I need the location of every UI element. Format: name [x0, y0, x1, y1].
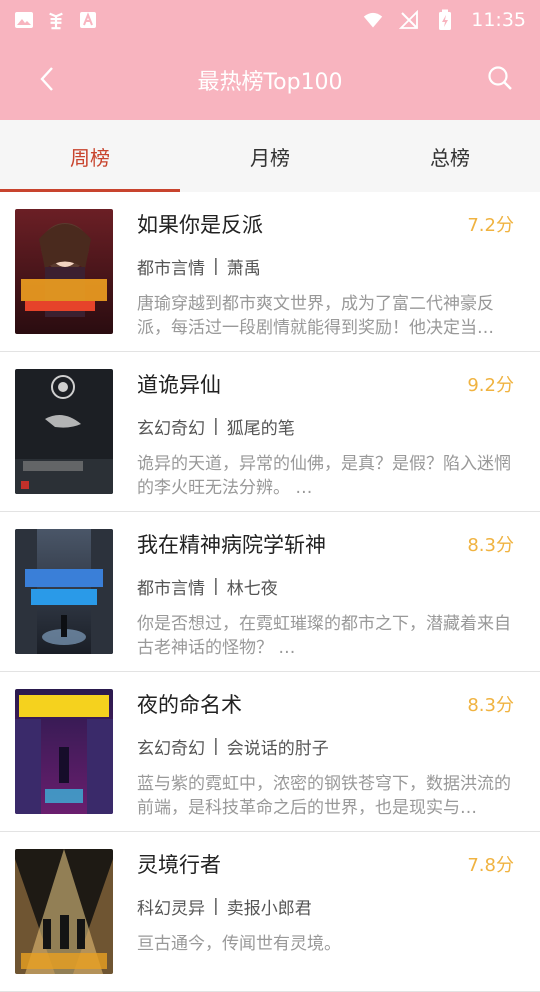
book-cover	[15, 369, 113, 494]
book-author: 卖报小郎君	[226, 898, 312, 919]
book-score: 8.3分	[467, 695, 514, 716]
book-category: 玄幻奇幻	[137, 738, 205, 759]
tab-all-time[interactable]: 总榜	[360, 120, 540, 192]
no-signal-icon	[399, 10, 419, 30]
book-list-item[interactable]: 如果你是反派 7.2分 都市言情 | 萧禹 唐瑜穿越到都市爽文世界，成为了富二代…	[0, 192, 540, 352]
book-author: 狐尾的笔	[226, 418, 295, 439]
tab-weekly[interactable]: 周榜	[0, 120, 180, 192]
book-description: 唐瑜穿越到都市爽文世界，成为了富二代神豪反派，每活过一段剧情就能得到奖励！他决定…	[137, 294, 494, 338]
tab-monthly[interactable]: 月榜	[180, 120, 360, 192]
wifi-icon	[363, 10, 383, 30]
search-icon	[488, 66, 512, 90]
meta-divider: |	[213, 576, 219, 596]
book-score: 9.2分	[467, 375, 514, 396]
book-score: 7.2分	[467, 215, 514, 236]
book-category: 都市言情	[137, 258, 205, 279]
gallery-icon	[14, 10, 34, 30]
meta-divider: |	[213, 736, 219, 756]
search-button[interactable]	[482, 60, 518, 96]
book-category: 都市言情	[137, 578, 205, 599]
page-title: 最热榜Top100	[197, 70, 343, 95]
bug-icon	[46, 10, 66, 30]
book-description: 诡异的天道，异常的仙佛，是真？是假？陷入迷惘的李火旺无法分辨。 …	[137, 454, 511, 498]
book-title: 灵境行者	[137, 853, 221, 877]
book-description: 亘古通今，传闻世有灵境。	[137, 934, 341, 954]
book-score: 7.8分	[467, 855, 514, 876]
app-notification-icon	[78, 10, 98, 30]
book-description: 蓝与紫的霓虹中，浓密的钢铁苍穹下，数据洪流的前端，是科技革命之后的世界，也是现实…	[137, 774, 511, 818]
book-cover	[15, 209, 113, 334]
book-list-item[interactable]: 灵境行者 7.8分 科幻灵异 | 卖报小郎君 亘古通今，传闻世有灵境。	[0, 832, 540, 992]
book-author: 萧禹	[226, 258, 261, 279]
meta-divider: |	[213, 416, 219, 436]
book-cover	[15, 849, 113, 974]
book-title: 我在精神病院学斩神	[137, 533, 326, 557]
book-score: 8.3分	[467, 535, 514, 556]
book-category: 科幻灵异	[137, 898, 205, 919]
status-bar: 11:35	[0, 0, 540, 40]
battery-charging-icon	[435, 9, 455, 30]
book-list: 如果你是反派 7.2分 都市言情 | 萧禹 唐瑜穿越到都市爽文世界，成为了富二代…	[0, 192, 540, 992]
book-title: 夜的命名术	[137, 693, 242, 717]
book-description: 你是否想过，在霓虹璀璨的都市之下，潜藏着来自古老神话的怪物？ …	[137, 614, 511, 658]
chevron-left-icon	[40, 67, 53, 91]
book-list-item[interactable]: 夜的命名术 8.3分 玄幻奇幻 | 会说话的肘子 蓝与紫的霓虹中，浓密的钢铁苍穹…	[0, 672, 540, 832]
book-cover	[15, 689, 113, 814]
book-category: 玄幻奇幻	[137, 418, 205, 439]
clock-time: 11:35	[471, 9, 526, 31]
app-bar: 最热榜Top100	[0, 40, 540, 120]
back-button[interactable]	[30, 62, 64, 96]
book-list-item[interactable]: 道诡异仙 9.2分 玄幻奇幻 | 狐尾的笔 诡异的天道，异常的仙佛，是真？是假？…	[0, 352, 540, 512]
meta-divider: |	[213, 896, 219, 916]
book-list-item[interactable]: 我在精神病院学斩神 8.3分 都市言情 | 林七夜 你是否想过，在霓虹璀璨的都市…	[0, 512, 540, 672]
book-cover	[15, 529, 113, 654]
book-author: 林七夜	[226, 578, 278, 599]
book-title: 如果你是反派	[137, 213, 263, 237]
book-author: 会说话的肘子	[226, 738, 329, 759]
ranking-tabs: 周榜 月榜 总榜	[0, 120, 540, 192]
book-title: 道诡异仙	[137, 373, 221, 397]
meta-divider: |	[213, 256, 219, 276]
